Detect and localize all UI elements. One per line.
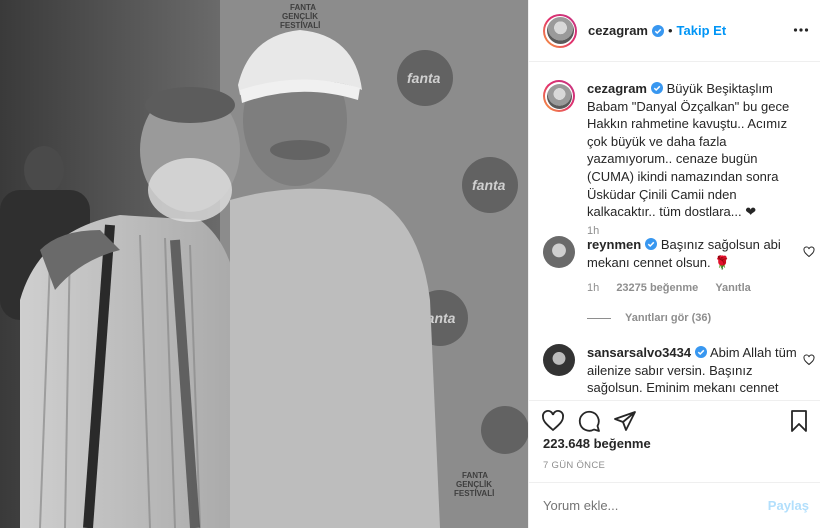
fanta-watermark: fanta [407,70,441,86]
caption-avatar[interactable] [543,80,575,112]
comment-text-block: sansarsalvo3434 Abim Allah tüm ailenize … [587,344,797,397]
comment-input[interactable] [543,498,743,513]
post-photo-image: fanta fanta fanta FANTA GENÇLİK FESTİVAL… [0,0,528,528]
comment-item: sansarsalvo3434 Abim Allah tüm ailenize … [543,344,815,400]
caption-text: Büyük Beşiktaşlım Babam "Danyal Özçalkan… [587,81,790,220]
follow-button[interactable]: Takip Et [677,23,727,38]
action-bar [529,400,820,440]
commenter-avatar[interactable] [543,236,575,268]
verified-badge-icon [645,238,658,250]
replies-line [587,317,611,319]
commenter-avatar[interactable] [543,344,575,376]
verified-badge-icon [650,82,663,94]
likes-count[interactable]: 223.648 beğenme [543,436,651,451]
author-username[interactable]: cezagram [588,23,648,38]
header-separator: • [667,23,673,38]
author-avatar[interactable] [543,13,577,48]
small-heart-icon[interactable] [803,354,815,366]
share-icon[interactable] [613,409,637,433]
verified-badge-icon [651,24,664,37]
post-date[interactable]: 7 GÜN ÖNCE [543,460,605,471]
comment-item: reynmen Başınız sağolsun abi mekanı cenn… [543,236,815,306]
heart-icon[interactable] [541,409,565,433]
festival-text: GENÇLİK [282,12,318,21]
commenter-username[interactable]: sansarsalvo3434 [587,345,691,360]
view-replies-button[interactable]: Yanıtları gör (36) [587,312,711,324]
festival-text: GENÇLİK [456,480,492,489]
comment-text-block: reynmen Başınız sağolsun abi mekanı cenn… [587,236,797,271]
verified-badge-icon [695,346,708,358]
caption: cezagram Büyük Beşiktaşlım Babam "Danyal… [543,80,805,240]
commenter-username[interactable]: reynmen [587,237,641,252]
post-comment-button[interactable]: Paylaş [768,498,809,513]
caption-text-block: cezagram Büyük Beşiktaşlım Babam "Danyal… [587,80,797,221]
festival-text: FESTİVALİ [280,21,320,30]
bookmark-icon[interactable] [787,409,811,433]
comment-time[interactable]: 1h [587,282,599,294]
comment-icon[interactable] [577,409,601,433]
add-comment-bar: Paylaş [529,482,820,528]
view-replies-label: Yanıtları gör (36) [625,312,712,324]
small-heart-icon[interactable] [803,246,815,258]
instagram-post: fanta fanta fanta FANTA GENÇLİK FESTİVAL… [0,0,820,528]
caption-username[interactable]: cezagram [587,81,647,96]
festival-text: FESTİVALİ [454,489,494,498]
fanta-watermark: fanta [472,177,506,193]
festival-text: FANTA [290,3,316,12]
more-options-icon[interactable] [793,22,809,38]
post-photo[interactable]: fanta fanta fanta FANTA GENÇLİK FESTİVAL… [0,0,528,528]
post-header: cezagram • Takip Et [529,0,820,62]
reply-button[interactable]: Yanıtla [715,282,750,294]
comment-likes[interactable]: 23275 beğenme [616,282,698,294]
comments-list[interactable]: cezagram Büyük Beşiktaşlım Babam "Danyal… [529,62,820,400]
post-sidebar: cezagram • Takip Et cezagram Büyük Beşik… [528,0,820,528]
festival-text: FANTA [462,471,488,480]
comment-meta: 1h 23275 beğenme Yanıtla [587,282,765,294]
